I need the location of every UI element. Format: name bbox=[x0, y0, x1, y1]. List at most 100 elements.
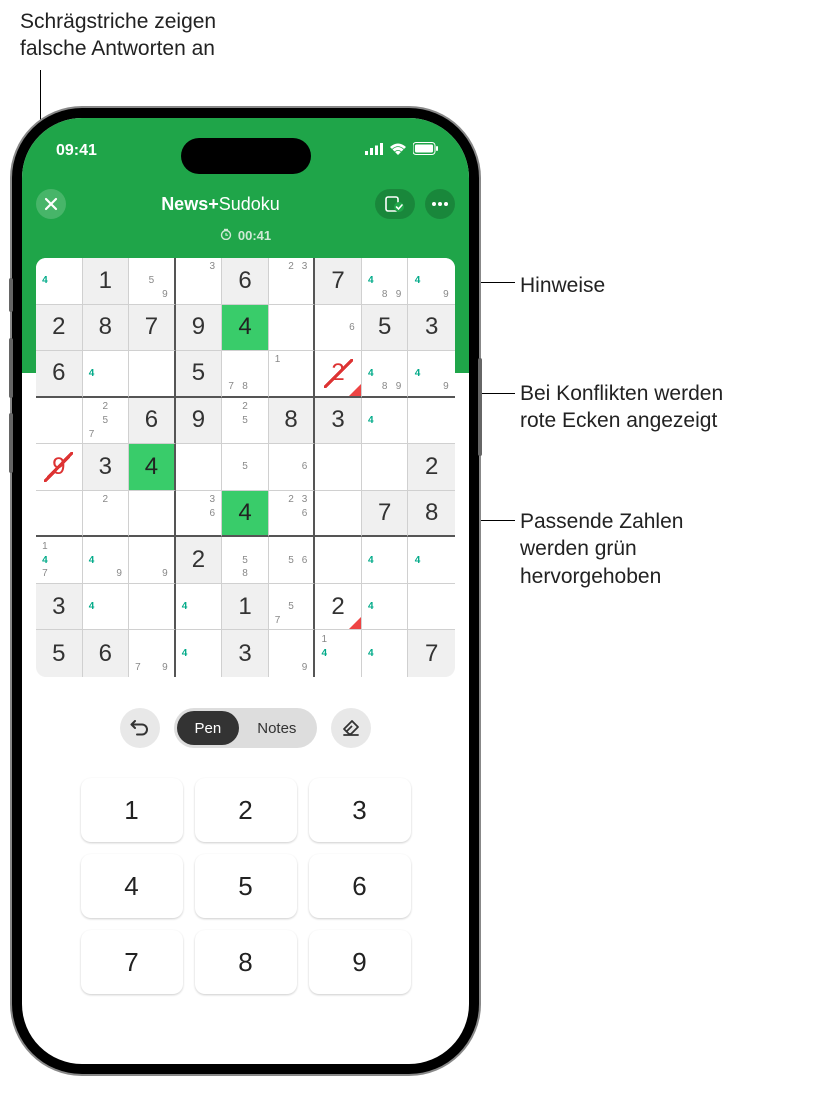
sudoku-cell[interactable]: 3 bbox=[315, 398, 362, 445]
sudoku-cell[interactable] bbox=[36, 398, 83, 445]
keypad-1[interactable]: 1 bbox=[81, 778, 183, 842]
sudoku-cell[interactable]: 5 bbox=[36, 630, 83, 677]
sudoku-cell[interactable]: 1 bbox=[83, 258, 130, 305]
sudoku-cell[interactable]: 4 bbox=[83, 351, 130, 398]
sudoku-cell[interactable]: 8 bbox=[83, 305, 130, 352]
sudoku-cell[interactable]: 3 bbox=[408, 305, 455, 352]
sudoku-board[interactable]: 4159362374894928794653645781248949257692… bbox=[36, 258, 455, 677]
sudoku-cell[interactable]: 9 bbox=[129, 537, 176, 584]
keypad-6[interactable]: 6 bbox=[309, 854, 411, 918]
keypad-2[interactable]: 2 bbox=[195, 778, 297, 842]
sudoku-cell[interactable] bbox=[129, 584, 176, 631]
sudoku-cell[interactable]: 257 bbox=[83, 398, 130, 445]
keypad-5[interactable]: 5 bbox=[195, 854, 297, 918]
keypad-7[interactable]: 7 bbox=[81, 930, 183, 994]
sudoku-cell[interactable]: 4 bbox=[408, 537, 455, 584]
sudoku-cell[interactable]: 4 bbox=[222, 491, 269, 538]
sudoku-cell[interactable]: 58 bbox=[222, 537, 269, 584]
sudoku-cell[interactable]: 2 bbox=[315, 351, 362, 398]
sudoku-cell[interactable] bbox=[129, 351, 176, 398]
sudoku-cell[interactable] bbox=[408, 584, 455, 631]
sudoku-cell[interactable]: 2 bbox=[315, 584, 362, 631]
sudoku-cell[interactable]: 1 bbox=[269, 351, 316, 398]
sudoku-cell[interactable]: 4 bbox=[83, 584, 130, 631]
sudoku-cell[interactable]: 6 bbox=[83, 630, 130, 677]
sudoku-cell[interactable] bbox=[315, 491, 362, 538]
keypad-3[interactable]: 3 bbox=[309, 778, 411, 842]
sudoku-cell[interactable] bbox=[176, 444, 223, 491]
sudoku-cell[interactable]: 7 bbox=[315, 258, 362, 305]
sudoku-cell[interactable]: 6 bbox=[129, 398, 176, 445]
sudoku-cell[interactable]: 78 bbox=[222, 351, 269, 398]
sudoku-cell[interactable]: 4 bbox=[129, 444, 176, 491]
sudoku-cell[interactable]: 489 bbox=[362, 351, 409, 398]
sudoku-cell[interactable]: 57 bbox=[269, 584, 316, 631]
sudoku-cell[interactable]: 236 bbox=[269, 491, 316, 538]
sudoku-cell[interactable]: 4 bbox=[36, 258, 83, 305]
sudoku-cell[interactable]: 6 bbox=[315, 305, 362, 352]
eraser-button[interactable] bbox=[331, 708, 371, 748]
sudoku-cell[interactable]: 2 bbox=[408, 444, 455, 491]
cellular-icon bbox=[365, 142, 383, 160]
sudoku-cell[interactable]: 4 bbox=[176, 584, 223, 631]
sudoku-cell[interactable]: 5 bbox=[222, 444, 269, 491]
sudoku-cell[interactable] bbox=[362, 444, 409, 491]
keypad-8[interactable]: 8 bbox=[195, 930, 297, 994]
sudoku-cell[interactable]: 4 bbox=[362, 584, 409, 631]
sudoku-cell[interactable] bbox=[408, 398, 455, 445]
check-settings-button[interactable] bbox=[375, 189, 415, 219]
sudoku-cell[interactable]: 7 bbox=[129, 305, 176, 352]
sudoku-cell[interactable]: 5 bbox=[362, 305, 409, 352]
sudoku-cell[interactable]: 2 bbox=[36, 305, 83, 352]
sudoku-cell[interactable]: 8 bbox=[408, 491, 455, 538]
sudoku-cell[interactable]: 4 bbox=[362, 398, 409, 445]
sudoku-cell[interactable]: 4 bbox=[362, 537, 409, 584]
sudoku-cell[interactable]: 9 bbox=[176, 398, 223, 445]
sudoku-cell[interactable]: 49 bbox=[83, 537, 130, 584]
sudoku-cell[interactable]: 3 bbox=[222, 630, 269, 677]
sudoku-cell[interactable] bbox=[315, 537, 362, 584]
timer-row[interactable]: 00:41 bbox=[22, 228, 469, 243]
sudoku-cell[interactable]: 4 bbox=[362, 630, 409, 677]
keypad-4[interactable]: 4 bbox=[81, 854, 183, 918]
sudoku-cell[interactable]: 49 bbox=[408, 351, 455, 398]
sudoku-cell[interactable] bbox=[129, 491, 176, 538]
sudoku-cell[interactable]: 147 bbox=[36, 537, 83, 584]
sudoku-cell[interactable]: 7 bbox=[362, 491, 409, 538]
sudoku-cell[interactable]: 4 bbox=[222, 305, 269, 352]
close-button[interactable] bbox=[36, 189, 66, 219]
sudoku-cell[interactable] bbox=[269, 305, 316, 352]
sudoku-cell[interactable]: 489 bbox=[362, 258, 409, 305]
sudoku-cell[interactable]: 8 bbox=[269, 398, 316, 445]
sudoku-cell[interactable]: 36 bbox=[176, 491, 223, 538]
pen-mode[interactable]: Pen bbox=[177, 711, 240, 745]
sudoku-cell[interactable]: 79 bbox=[129, 630, 176, 677]
sudoku-cell[interactable]: 14 bbox=[315, 630, 362, 677]
sudoku-cell[interactable]: 25 bbox=[222, 398, 269, 445]
sudoku-cell[interactable]: 7 bbox=[408, 630, 455, 677]
sudoku-cell[interactable]: 6 bbox=[36, 351, 83, 398]
sudoku-cell[interactable]: 3 bbox=[176, 258, 223, 305]
sudoku-cell[interactable] bbox=[315, 444, 362, 491]
undo-button[interactable] bbox=[120, 708, 160, 748]
sudoku-cell[interactable]: 23 bbox=[269, 258, 316, 305]
keypad-9[interactable]: 9 bbox=[309, 930, 411, 994]
sudoku-cell[interactable]: 4 bbox=[176, 630, 223, 677]
sudoku-cell[interactable]: 9 bbox=[36, 444, 83, 491]
sudoku-cell[interactable]: 3 bbox=[36, 584, 83, 631]
sudoku-cell[interactable]: 9 bbox=[176, 305, 223, 352]
sudoku-cell[interactable]: 3 bbox=[83, 444, 130, 491]
sudoku-cell[interactable]: 2 bbox=[176, 537, 223, 584]
sudoku-cell[interactable]: 49 bbox=[408, 258, 455, 305]
more-button[interactable] bbox=[425, 189, 455, 219]
sudoku-cell[interactable]: 9 bbox=[269, 630, 316, 677]
sudoku-cell[interactable]: 56 bbox=[269, 537, 316, 584]
sudoku-cell[interactable]: 1 bbox=[222, 584, 269, 631]
notes-mode[interactable]: Notes bbox=[239, 711, 314, 745]
sudoku-cell[interactable]: 59 bbox=[129, 258, 176, 305]
sudoku-cell[interactable]: 5 bbox=[176, 351, 223, 398]
sudoku-cell[interactable]: 6 bbox=[222, 258, 269, 305]
sudoku-cell[interactable]: 2 bbox=[83, 491, 130, 538]
sudoku-cell[interactable] bbox=[36, 491, 83, 538]
sudoku-cell[interactable]: 6 bbox=[269, 444, 316, 491]
